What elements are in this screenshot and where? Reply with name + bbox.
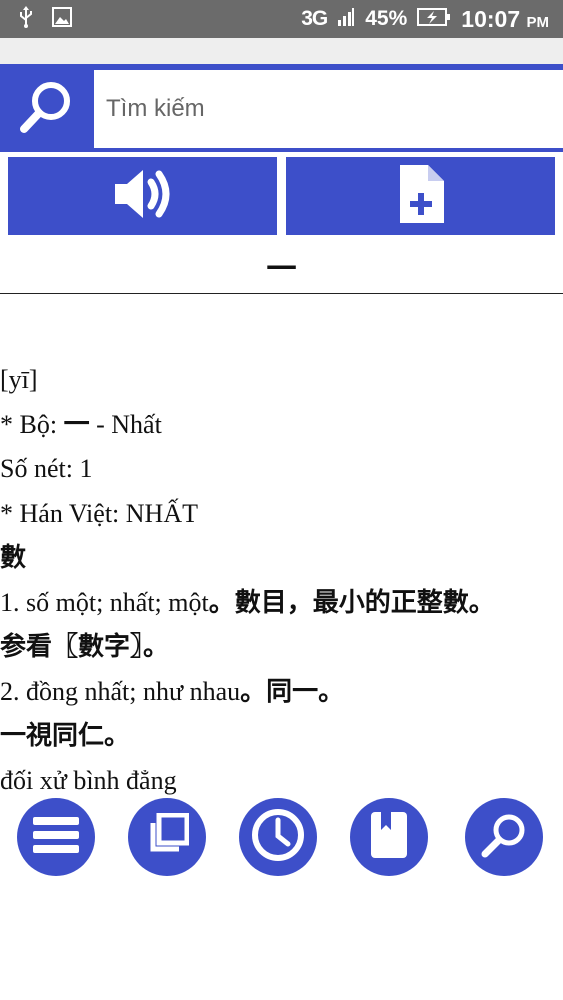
definition-line: * Bộ: 一 - Nhất: [0, 409, 162, 440]
magnifier-icon: [16, 77, 76, 142]
copy-button[interactable]: [128, 798, 206, 876]
history-button[interactable]: [239, 798, 317, 876]
clock-icon: [251, 808, 305, 867]
battery-percent: 45%: [365, 7, 408, 30]
definition-content: [yī] * Bộ: 一 - Nhất Số nét: 1 * Hán Việt…: [0, 358, 563, 803]
menu-button[interactable]: [17, 798, 95, 876]
definition-line: [yī]: [0, 365, 38, 394]
network-type: 3G: [301, 7, 328, 30]
copy-icon: [145, 812, 190, 862]
menu-icon: [33, 815, 79, 860]
file-plus-icon: [396, 164, 446, 228]
definition-line: 數: [0, 543, 27, 573]
definition-line: đối xử bình đẳng: [0, 765, 177, 795]
definition-line: 2. đồng nhất; như nhau。同一。: [0, 676, 345, 707]
bookmark-button[interactable]: [350, 798, 428, 876]
search-bar: [0, 64, 563, 152]
app-top-band: [0, 38, 563, 64]
usb-icon: [18, 5, 34, 33]
search-button[interactable]: [0, 70, 92, 148]
clock-time: 10:07 PM: [461, 5, 549, 32]
bookmark-icon: [369, 810, 409, 865]
image-icon: [52, 6, 72, 32]
status-bar: 3G 45% 10:07 PM: [0, 0, 563, 38]
definition-line: Số nét: 1: [0, 454, 93, 483]
speaker-icon: [111, 166, 175, 227]
definition-line: * Hán Việt: NHẤT: [0, 498, 198, 528]
bottom-nav: [0, 798, 563, 878]
add-note-button[interactable]: [286, 157, 555, 235]
divider: [0, 293, 563, 294]
definition-line: 参看〖數字〗。: [0, 632, 170, 662]
headword: 一: [266, 253, 297, 286]
definition-line: 一視同仁。: [0, 721, 131, 751]
speak-button[interactable]: [8, 157, 277, 235]
search-input[interactable]: [94, 70, 563, 148]
signal-icon: [337, 7, 355, 31]
magnifier-icon: [479, 810, 529, 865]
battery-charging-icon: [417, 7, 451, 32]
search-nav-button[interactable]: [465, 798, 543, 876]
definition-line: 1. số một; nhất; một。數目，最小的正整數。: [0, 587, 495, 618]
